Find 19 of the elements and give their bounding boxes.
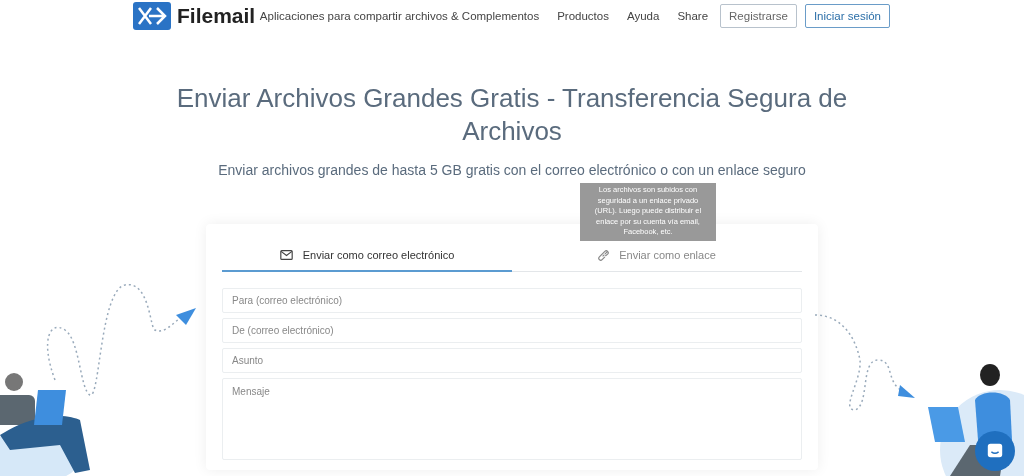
- chat-icon: [986, 442, 1004, 460]
- login-button[interactable]: Iniciar sesión: [804, 4, 890, 28]
- nav-link[interactable]: Ayuda: [626, 10, 660, 22]
- nav-link[interactable]: Aplicaciones para compartir archivos & Complementos: [259, 10, 540, 22]
- logo-text[interactable]: Filemail: [177, 4, 256, 28]
- tab[interactable]: Enviar como correo electrónico: [222, 240, 512, 272]
- page-title: Enviar Archivos Grandes Gratis - Transferencia Segura de Archivos: [175, 82, 849, 148]
- input-field[interactable]: De (correo electrónico): [222, 318, 802, 343]
- input-field[interactable]: Asunto: [222, 348, 802, 373]
- link-icon: [598, 249, 610, 261]
- input-field[interactable]: Para (correo electrónico): [222, 288, 802, 313]
- message-field[interactable]: Mensaje: [222, 378, 802, 460]
- tab[interactable]: Enviar como enlace: [512, 240, 802, 272]
- register-button[interactable]: Registrarse: [720, 4, 797, 28]
- nav-link[interactable]: Share: [677, 10, 709, 22]
- envelope-icon: [279, 250, 293, 260]
- nav-link[interactable]: Productos: [557, 10, 609, 22]
- page-subtitle: Enviar archivos grandes de hasta 5 GB gratis con el correo electrónico o con un enlace seguro: [217, 162, 807, 178]
- logo-icon: [133, 2, 171, 30]
